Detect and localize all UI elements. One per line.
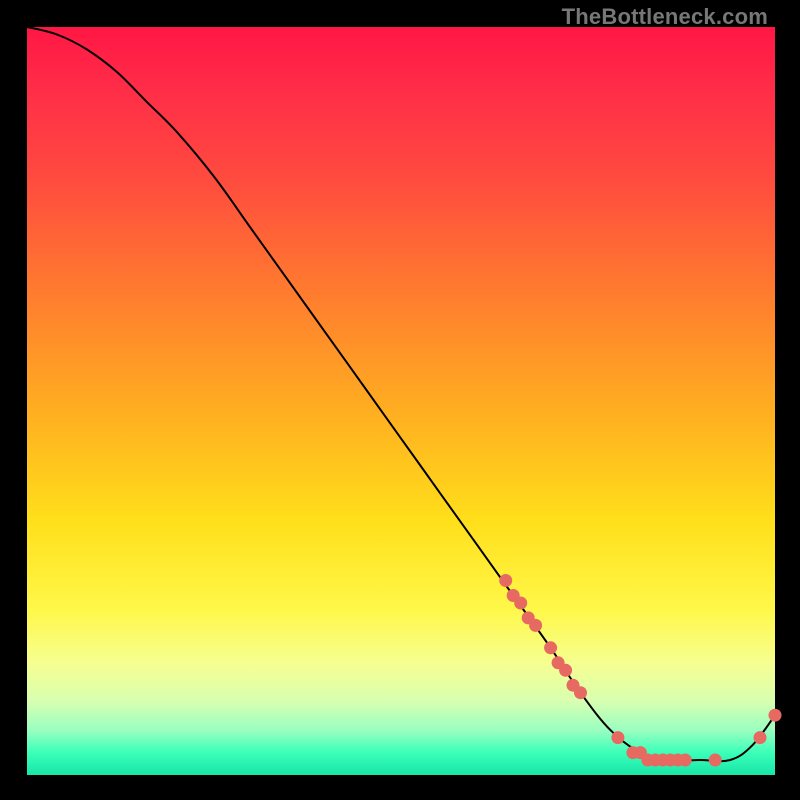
data-point (709, 754, 722, 767)
data-point-markers (499, 574, 781, 767)
data-point (574, 686, 587, 699)
chart-overlay (27, 27, 775, 775)
data-point (514, 597, 527, 610)
data-point (679, 754, 692, 767)
data-point (611, 731, 624, 744)
data-point (559, 664, 572, 677)
chart-stage: TheBottleneck.com (0, 0, 800, 800)
bottleneck-curve (27, 27, 775, 761)
data-point (499, 574, 512, 587)
data-point (769, 709, 782, 722)
data-point (529, 619, 542, 632)
data-point (754, 731, 767, 744)
data-point (544, 641, 557, 654)
